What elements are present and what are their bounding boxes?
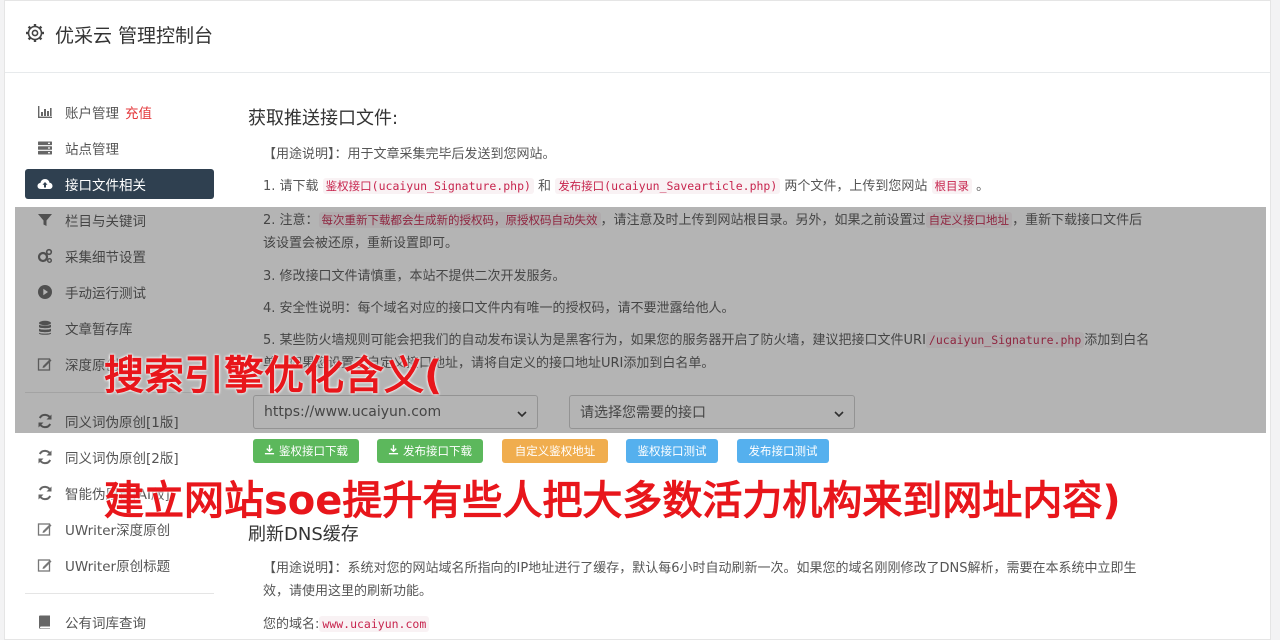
overlay-banner-line-1: 搜索引擎优化含义( (104, 353, 443, 399)
sidebar-item-label: 文章暂存库 (65, 322, 133, 338)
text: 2. 注意： (263, 213, 319, 228)
usage-text: ：用于文章采集完毕后发送到您网站。 (334, 147, 556, 162)
server-icon (37, 140, 53, 156)
interface-select-value: 请选择您需要的接口 (580, 405, 706, 421)
sidebar-item-manual-run[interactable]: 手动运行测试 (25, 277, 214, 307)
overlay-banner-line-2: 建立网站soe提升有些人把大多数活力机构来到网址内容) (104, 478, 1121, 524)
usage-label: 【用途说明】 (263, 561, 335, 576)
sidebar-item-public-lexicon[interactable]: 公有词库查询 (25, 607, 214, 637)
instruction-1: 1. 请下载 鉴权接口(ucaiyun_Signature.php) 和 发布接… (263, 175, 1153, 198)
site-select-value: https://www.ucaiyun.com (264, 404, 442, 420)
sidebar-item-label: 接口文件相关 (65, 178, 146, 194)
button-label: 发布接口下载 (403, 444, 472, 458)
sidebar-item-sites[interactable]: 站点管理 (25, 133, 214, 163)
recharge-link[interactable]: 充值 (125, 102, 152, 122)
refresh-icon (37, 485, 53, 501)
sidebar-item-uwriter-title[interactable]: UWriter原创标题 (25, 550, 214, 580)
custom-interface-code: 自定义接口地址 (925, 212, 1013, 228)
sidebar-item-synonym-v1[interactable]: 同义词伪原创[1版] (25, 406, 214, 436)
button-label: 自定义鉴权地址 (514, 444, 596, 458)
bar-chart-icon (37, 104, 53, 120)
root-dir-code: 根目录 (931, 178, 973, 194)
button-label: 鉴权接口下载 (279, 444, 348, 458)
text: 。 (972, 179, 990, 194)
text: ，请注意及时上传到网站根目录。另外，如果之前设置过 (600, 213, 926, 228)
sidebar-divider (25, 593, 214, 594)
button-label: 鉴权接口测试 (637, 444, 707, 458)
interface-select[interactable]: 请选择您需要的接口 (569, 395, 855, 429)
chevron-down-icon (517, 407, 527, 418)
sidebar-item-label: 账户管理 (65, 106, 119, 122)
refresh-icon (37, 413, 53, 429)
instruction-4: 4. 安全性说明：每个域名对应的接口文件内有唯一的授权码，请不要泄露给他人。 (263, 301, 735, 316)
test-publish-button[interactable]: 发布接口测试 (737, 439, 829, 463)
sidebar-item-label: 同义词伪原创[2版] (65, 451, 179, 467)
edit-icon (37, 521, 53, 537)
edit-icon (37, 356, 53, 372)
usage-note: 【用途说明】：用于文章采集完毕后发送到您网站。 (263, 143, 1153, 166)
sidebar-item-label: 采集细节设置 (65, 250, 146, 266)
auth-code-warning: 每次重新下载都会生成新的授权码，原授权码自动失效 (318, 212, 601, 228)
sidebar-item-label: UWriter原创标题 (65, 559, 171, 575)
download-publish-button[interactable]: 发布接口下载 (377, 439, 483, 463)
text: 两个文件，上传到您网站 (780, 179, 932, 194)
text: 和 (533, 179, 556, 194)
usage-label: 【用途说明】 (263, 147, 335, 162)
gear-icon (25, 23, 45, 43)
sidebar-item-interface-files[interactable]: 接口文件相关 (25, 169, 214, 199)
database-icon (37, 320, 53, 336)
domain-label: 您的域名: (263, 617, 320, 632)
cloud-upload-icon (37, 176, 53, 192)
refresh-icon (37, 449, 53, 465)
instruction-3: 3. 修改接口文件请慎重，本站不提供二次开发服务。 (263, 269, 566, 284)
filter-icon (37, 212, 53, 228)
test-signature-button[interactable]: 鉴权接口测试 (626, 439, 718, 463)
chevron-down-icon (834, 407, 844, 418)
domain-value: www.ucaiyun.com (319, 616, 430, 632)
sidebar-item-label: 同义词伪原创[1版] (65, 415, 179, 431)
publish-file-link[interactable]: 发布接口(ucaiyun_Savearticle.php) (555, 178, 781, 194)
sidebar-item-article-store[interactable]: 文章暂存库 (25, 313, 214, 343)
sidebar-item-label: 公有词库查询 (65, 616, 146, 632)
sidebar-item-account[interactable]: 账户管理 充值 (25, 97, 214, 127)
dns-usage-note: 【用途说明】：系统对您的网站域名所指向的IP地址进行了缓存，默认每6小时自动刷新… (263, 557, 1153, 603)
sidebar-item-columns-keywords[interactable]: 栏目与关键词 (25, 205, 214, 235)
usage-text: ：系统对您的网站域名所指向的IP地址进行了缓存，默认每6小时自动刷新一次。如果您… (263, 561, 1137, 599)
cogs-icon (37, 248, 53, 264)
download-icon (388, 444, 399, 458)
play-circle-icon (37, 284, 53, 300)
signature-uri-code: /ucaiyun_Signature.php (925, 332, 1085, 348)
sidebar-item-label: 站点管理 (65, 142, 119, 158)
main-panel: 优采云 管理控制台 账户管理 充值 站点管理 接口文件相关 栏目与关键词 采集细… (4, 0, 1271, 640)
domain-row: 您的域名: www.ucaiyun.com (263, 613, 1153, 636)
instruction-2: 2. 注意： 每次重新下载都会生成新的授权码，原授权码自动失效 ，请注意及时上传到网… (263, 209, 1153, 255)
section-title-interface-files: 获取推送接口文件: (248, 108, 399, 129)
header: 优采云 管理控制台 (5, 1, 1270, 73)
download-icon (264, 444, 275, 458)
download-signature-button[interactable]: 鉴权接口下载 (253, 439, 359, 463)
edit-icon (37, 557, 53, 573)
text: 1. 请下载 (263, 179, 323, 194)
book-icon (37, 614, 53, 630)
button-label: 发布接口测试 (748, 444, 818, 458)
sidebar-item-label: 栏目与关键词 (65, 214, 146, 230)
custom-auth-address-button[interactable]: 自定义鉴权地址 (502, 439, 608, 463)
page-title: 优采云 管理控制台 (55, 25, 214, 47)
sidebar-item-label: 手动运行测试 (65, 286, 146, 302)
signature-file-link[interactable]: 鉴权接口(ucaiyun_Signature.php) (322, 178, 534, 194)
sidebar-item-collect-settings[interactable]: 采集细节设置 (25, 241, 214, 271)
